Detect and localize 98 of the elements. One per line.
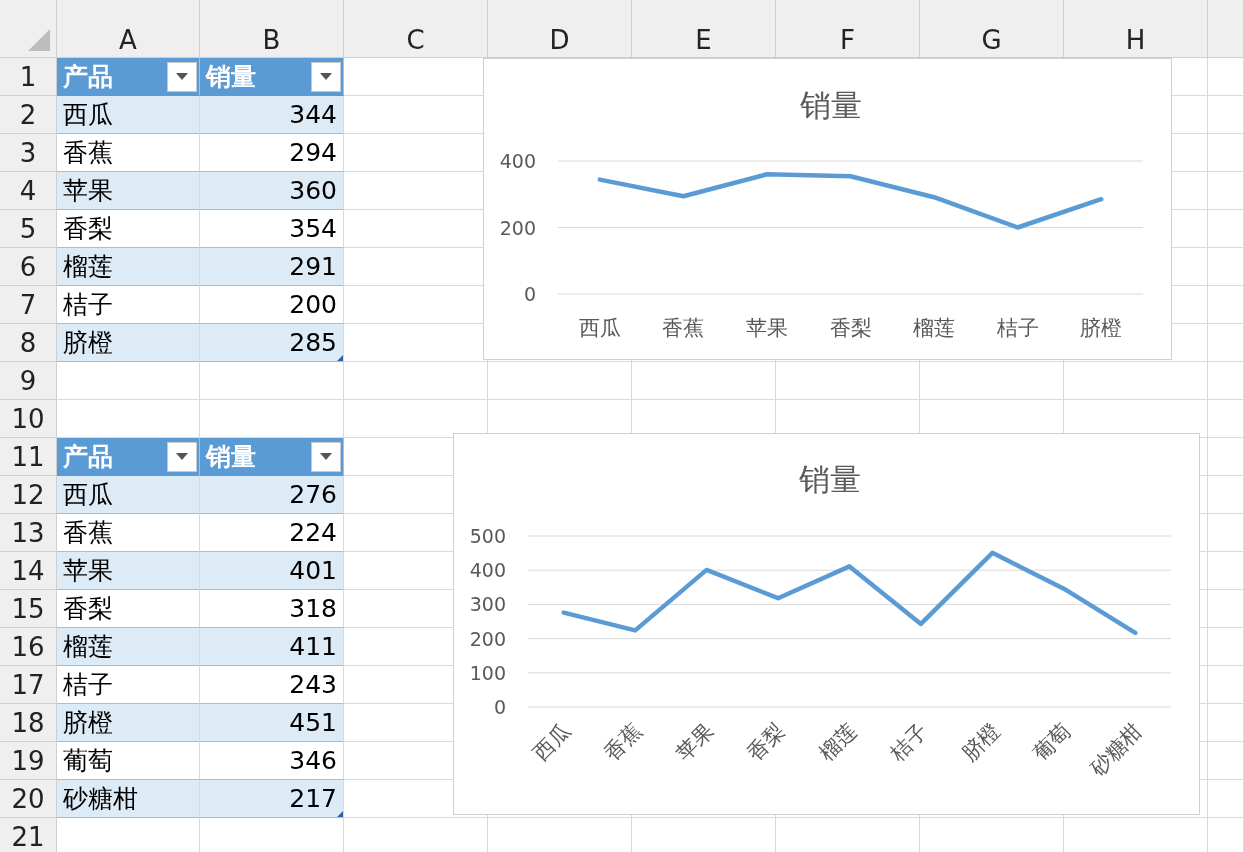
row-header[interactable]: 13 — [0, 514, 57, 552]
row-header[interactable]: 14 — [0, 552, 57, 590]
axis-tick-label: 0 — [493, 696, 506, 718]
axis-category-label: 香梨 — [742, 718, 790, 766]
empty-cell — [1208, 362, 1244, 400]
axis-tick-label: 100 — [469, 661, 506, 684]
column-header[interactable]: H — [1064, 0, 1208, 58]
row-header[interactable]: 8 — [0, 324, 57, 362]
axis-category-label: 苹果 — [745, 316, 788, 340]
axis-tick-label: 400 — [469, 559, 506, 582]
empty-cell — [1208, 96, 1244, 134]
table-cell: 西瓜 — [57, 96, 200, 134]
axis-tick-label: 0 — [523, 283, 536, 305]
column-header[interactable]: G — [920, 0, 1064, 58]
dropdown-arrow-icon — [320, 453, 332, 460]
filter-button[interactable] — [167, 441, 197, 472]
table-cell: 411 — [200, 628, 344, 666]
axis-category-label: 脐橙 — [1080, 316, 1123, 340]
filter-button[interactable] — [311, 61, 341, 92]
empty-cell — [1208, 248, 1244, 286]
empty-cell — [1208, 780, 1244, 818]
filter-button[interactable] — [311, 441, 341, 472]
row-header[interactable]: 10 — [0, 400, 57, 438]
table-cell: 451 — [200, 704, 344, 742]
axis-category-label: 西瓜 — [578, 316, 621, 340]
row-header[interactable]: 11 — [0, 438, 57, 476]
axis-category-label: 桔子 — [996, 316, 1039, 340]
row-header[interactable]: 3 — [0, 134, 57, 172]
row-header[interactable]: 20 — [0, 780, 57, 818]
table-cell: 脐橙 — [57, 704, 200, 742]
table-cell: 脐橙 — [57, 324, 200, 362]
axis-tick-label: 200 — [499, 216, 536, 239]
axis-category-label: 砂糖柑 — [1085, 718, 1147, 781]
row-header[interactable]: 2 — [0, 96, 57, 134]
axis-category-label: 香梨 — [829, 316, 872, 340]
row-header[interactable]: 21 — [0, 818, 57, 852]
column-header[interactable]: B — [200, 0, 344, 58]
triangle-icon — [28, 29, 50, 51]
filter-button[interactable] — [167, 61, 197, 92]
header-label: 销量 — [206, 64, 256, 89]
table-cell: 344 — [200, 96, 344, 134]
row-header[interactable]: 17 — [0, 666, 57, 704]
dropdown-arrow-icon — [176, 453, 188, 460]
axis-tick-label: 400 — [499, 150, 536, 172]
row-header[interactable]: 7 — [0, 286, 57, 324]
resize-handle-icon[interactable] — [337, 355, 343, 361]
table-cell: 西瓜 — [57, 476, 200, 514]
table-cell: 285 — [200, 324, 344, 362]
row-header[interactable]: 5 — [0, 210, 57, 248]
dropdown-arrow-icon — [176, 73, 188, 80]
table-cell: 401 — [200, 552, 344, 590]
table-cell: 291 — [200, 248, 344, 286]
table-cell: 榴莲 — [57, 628, 200, 666]
axis-category-label: 葡萄 — [1028, 718, 1076, 766]
header-label: 产品 — [63, 64, 113, 89]
axis-category-label: 桔子 — [885, 718, 933, 766]
row-header[interactable]: 9 — [0, 362, 57, 400]
header-label: 产品 — [63, 444, 113, 469]
table-cell: 苹果 — [57, 552, 200, 590]
row-header[interactable]: 16 — [0, 628, 57, 666]
axis-category-label: 苹果 — [671, 718, 719, 766]
table-cell: 217 — [200, 780, 344, 818]
chart-title: 销量 — [799, 87, 862, 123]
dropdown-arrow-icon — [320, 73, 332, 80]
axis-category-label: 榴莲 — [814, 718, 862, 766]
resize-handle-icon[interactable] — [337, 811, 343, 817]
chart-title: 销量 — [798, 461, 861, 497]
axis-tick-label: 500 — [469, 525, 506, 547]
axis-category-label: 榴莲 — [913, 316, 956, 340]
column-header[interactable]: F — [776, 0, 920, 58]
column-header[interactable]: D — [488, 0, 632, 58]
axis-tick-label: 300 — [469, 593, 506, 616]
row-header[interactable]: 18 — [0, 704, 57, 742]
row-header[interactable]: 4 — [0, 172, 57, 210]
axis-category-label: 西瓜 — [528, 718, 576, 766]
row-header[interactable]: 12 — [0, 476, 57, 514]
row-header[interactable]: 1 — [0, 58, 57, 96]
table-cell: 276 — [200, 476, 344, 514]
row-header[interactable]: 19 — [0, 742, 57, 780]
empty-cell — [1208, 134, 1244, 172]
axis-category-label: 香蕉 — [600, 718, 647, 766]
empty-cell — [1208, 324, 1244, 362]
empty-cell — [1208, 286, 1244, 324]
table-cell: 榴莲 — [57, 248, 200, 286]
empty-cell — [1208, 210, 1244, 248]
axis-category-label: 香蕉 — [662, 316, 705, 340]
empty-cell — [1208, 172, 1244, 210]
axis-tick-label: 200 — [469, 627, 506, 650]
table-cell: 砂糖柑 — [57, 780, 200, 818]
axis-category-label: 脐橙 — [957, 718, 1004, 766]
header-label: 销量 — [206, 444, 256, 469]
row-header[interactable]: 6 — [0, 248, 57, 286]
column-header[interactable]: E — [632, 0, 776, 58]
row-header[interactable]: 15 — [0, 590, 57, 628]
table-cell: 苹果 — [57, 172, 200, 210]
table-cell: 360 — [200, 172, 344, 210]
column-header[interactable]: A — [57, 0, 200, 58]
column-header[interactable]: C — [344, 0, 488, 58]
